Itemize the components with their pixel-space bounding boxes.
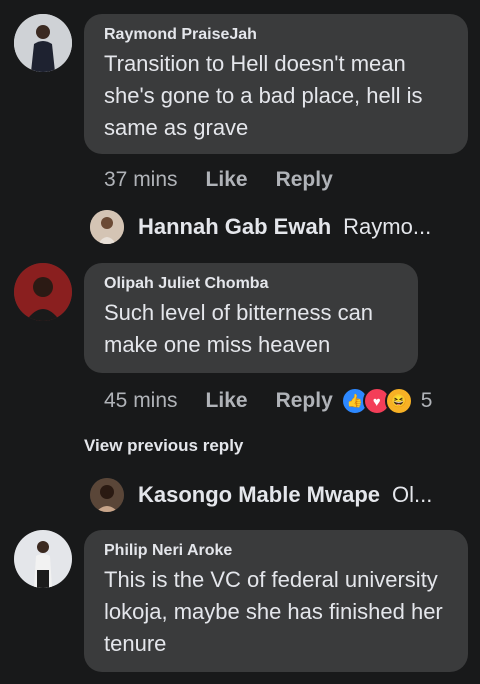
comment-text: This is the VC of federal university lok… [104,567,443,656]
person-photo [90,478,124,512]
reply-preview[interactable]: Hannah Gab Ewah Raymo... [90,210,431,244]
reply-preview[interactable]: Kasongo Mable Mwape Ol... [90,478,432,512]
person-photo [90,210,124,244]
avatar [90,210,124,244]
comment-bubble: Raymond PraiseJah Transition to Hell doe… [84,14,468,154]
reply-text-preview: Raymo... [343,214,432,239]
avatar[interactable] [14,14,72,72]
comment-author[interactable]: Raymond PraiseJah [104,26,452,44]
comment-text: Such level of bitterness can make one mi… [104,300,374,357]
reply-author[interactable]: Kasongo Mable Mwape [138,482,380,508]
reply-button[interactable]: Reply [276,389,333,413]
reactions[interactable]: 👍 ♥ 😆 5 [340,387,433,415]
reaction-count: 5 [420,389,433,412]
person-photo [14,263,72,321]
comment-bubble: Olipah Juliet Chomba Such level of bitte… [84,263,418,373]
comment-time[interactable]: 45 mins [104,389,178,413]
person-photo [14,14,72,72]
view-previous-reply-link[interactable]: View previous reply [84,436,243,456]
comment-actions: 37 mins Like Reply [104,168,361,192]
avatar [90,478,124,512]
comment-actions: 45 mins Like Reply 👍 ♥ 😆 5 [104,387,432,415]
comment-text: Transition to Hell doesn't mean she's go… [104,51,423,140]
comment-author[interactable]: Olipah Juliet Chomba [104,275,402,293]
reply-text-preview: Ol... [392,482,433,507]
like-button[interactable]: Like [206,168,248,192]
reply-button[interactable]: Reply [276,168,333,192]
comment-time[interactable]: 37 mins [104,168,178,192]
like-button[interactable]: Like [206,389,248,413]
haha-icon: 😆 [384,387,413,415]
person-photo [14,530,72,588]
comment-bubble: Philip Neri Aroke This is the VC of fede… [84,530,468,672]
avatar[interactable] [14,263,72,321]
avatar[interactable] [14,530,72,588]
comment-author[interactable]: Philip Neri Aroke [104,542,452,560]
reply-author[interactable]: Hannah Gab Ewah [138,214,331,240]
